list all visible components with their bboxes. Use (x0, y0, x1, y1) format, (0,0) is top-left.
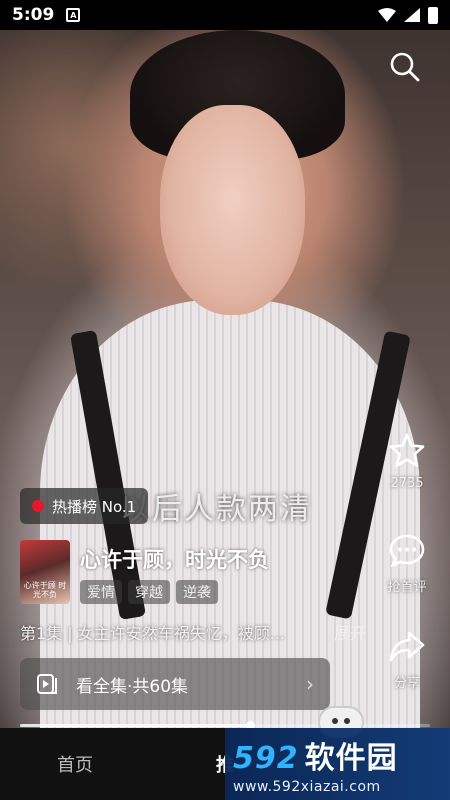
rank-dot-icon (32, 500, 44, 512)
favorite-count: 2735 (390, 476, 424, 491)
watch-all-label: 看全集·共60集 (76, 676, 189, 697)
comment-label: 抢首评 (387, 580, 427, 595)
chevron-right-icon: › (306, 672, 314, 696)
comment-button[interactable]: 抢首评 (382, 532, 432, 595)
watch-all-button[interactable]: 看全集·共60集 › (20, 658, 330, 710)
tag[interactable]: 逆袭 (176, 580, 218, 604)
video-frame[interactable] (0, 0, 450, 728)
share-button[interactable]: 分享 (382, 628, 432, 691)
drama-tags: 爱情 穿越 逆袭 (80, 580, 218, 604)
status-icons (378, 6, 438, 24)
rank-label: 热播榜 No.1 (52, 497, 137, 516)
watermark-number: 592 (233, 741, 299, 776)
status-time: 5:09 (12, 5, 55, 25)
search-icon[interactable] (388, 50, 422, 84)
video-subject-face (160, 105, 305, 315)
video-progress-fill (20, 724, 250, 727)
watermark-url: www.592xiazai.com (233, 779, 381, 795)
video-progress-bar[interactable] (20, 721, 430, 730)
watermark-title: 592 软件园 (233, 733, 450, 777)
poster-text: 心许于顾 时光不负 (23, 581, 67, 600)
video-subtitle: 以后人款两清 (120, 492, 312, 527)
expand-button[interactable]: 展开 (334, 620, 366, 644)
share-icon (389, 631, 425, 662)
watermark: 592 软件园 www.592xiazai.com (225, 728, 450, 800)
signal-icon (404, 8, 420, 22)
drama-poster[interactable]: 心许于顾 时光不负 (20, 540, 70, 604)
wifi-icon (378, 8, 396, 22)
hot-rank-badge[interactable]: 热播榜 No.1 (20, 488, 149, 524)
comment-icon (389, 534, 425, 568)
watermark-name: 软件园 (304, 741, 398, 776)
share-label: 分享 (393, 676, 420, 691)
tag[interactable]: 穿越 (128, 580, 170, 604)
tag[interactable]: 爱情 (80, 580, 122, 604)
status-bar: 5:09 A (0, 0, 450, 30)
episode-description: 第1集 | 女主许安然车祸失忆，被顾... (20, 624, 286, 643)
favorite-button[interactable]: 2735 (382, 432, 432, 491)
nav-home[interactable]: 首页 (0, 751, 150, 777)
battery-icon (428, 6, 438, 24)
notification-app-icon: A (66, 8, 81, 22)
drama-title[interactable]: 心许于顾，时光不负 (80, 544, 269, 574)
playlist-icon (37, 674, 57, 694)
star-icon (389, 433, 425, 467)
